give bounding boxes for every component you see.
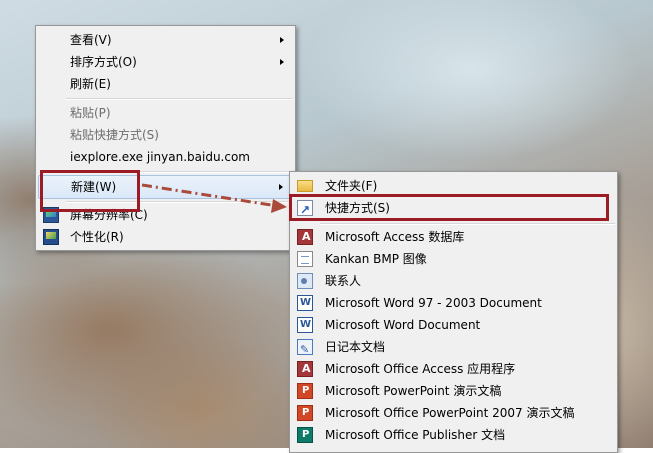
publisher-icon (297, 427, 313, 443)
menu-item-refresh[interactable]: 刷新(E) (38, 73, 293, 95)
menu-item-label: 查看(V) (70, 33, 112, 47)
submenu-item-access-database[interactable]: Microsoft Access 数据库 (292, 226, 615, 248)
menu-item-label: 粘贴(P) (70, 106, 111, 120)
menu-item-label: Microsoft Word Document (325, 318, 481, 332)
submenu-item-publisher[interactable]: Microsoft Office Publisher 文档 (292, 424, 615, 446)
submenu-item-word-document[interactable]: Microsoft Word Document (292, 314, 615, 336)
menu-item-label: 排序方式(O) (70, 55, 137, 69)
contact-icon (297, 273, 313, 289)
menu-separator (66, 98, 293, 100)
menu-item-label: 粘贴快捷方式(S) (70, 128, 159, 142)
menu-item-personalize[interactable]: 个性化(R) (38, 226, 293, 248)
menu-item-label: Microsoft Word 97 - 2003 Document (325, 296, 542, 310)
menu-item-label: Microsoft Access 数据库 (325, 230, 465, 244)
menu-item-label: iexplore.exe jinyan.baidu.com (70, 150, 250, 164)
access-app-icon (297, 361, 313, 377)
menu-item-label: Microsoft Office Publisher 文档 (325, 428, 506, 442)
submenu-item-bmp-image[interactable]: Kankan BMP 图像 (292, 248, 615, 270)
menu-item-view[interactable]: 查看(V) (38, 29, 293, 51)
word-icon (297, 295, 313, 311)
folder-icon (297, 180, 313, 192)
access-icon (297, 229, 313, 245)
submenu-item-word-97-2003[interactable]: Microsoft Word 97 - 2003 Document (292, 292, 615, 314)
submenu-item-powerpoint[interactable]: Microsoft PowerPoint 演示文稿 (292, 380, 615, 402)
powerpoint-icon (297, 383, 313, 399)
menu-item-label: Kankan BMP 图像 (325, 252, 427, 266)
menu-item-iexplore[interactable]: iexplore.exe jinyan.baidu.com (38, 146, 293, 168)
menu-item-sort-by[interactable]: 排序方式(O) (38, 51, 293, 73)
submenu-item-journal[interactable]: 日记本文档 (292, 336, 615, 361)
word-icon (297, 317, 313, 333)
shortcut-item-highlight-box (289, 194, 609, 221)
bitmap-icon (297, 251, 313, 267)
journal-icon (297, 339, 313, 361)
submenu-arrow-icon (280, 37, 284, 43)
menu-separator (320, 223, 615, 225)
powerpoint-icon (297, 405, 313, 421)
menu-item-label: 日记本文档 (325, 340, 386, 354)
desktop-context-menu: 查看(V) 排序方式(O) 刷新(E) 粘贴(P) 粘贴快捷方式(S) iexp… (35, 25, 296, 251)
menu-item-paste[interactable]: 粘贴(P) (38, 102, 293, 124)
submenu-item-powerpoint-2007[interactable]: Microsoft Office PowerPoint 2007 演示文稿 (292, 402, 615, 424)
menu-item-paste-shortcut[interactable]: 粘贴快捷方式(S) (38, 124, 293, 146)
submenu-arrow-icon (279, 184, 283, 190)
menu-item-label: 刷新(E) (70, 77, 111, 91)
personalize-icon (43, 229, 59, 245)
menu-item-label: Microsoft Office PowerPoint 2007 演示文稿 (325, 406, 575, 420)
menu-item-label: 联系人 (325, 274, 362, 288)
menu-item-label: Microsoft Office Access 应用程序 (325, 362, 516, 376)
new-item-highlight-box (40, 170, 140, 212)
menu-item-label: 个性化(R) (70, 230, 124, 244)
submenu-item-contact[interactable]: 联系人 (292, 270, 615, 292)
submenu-arrow-icon (280, 59, 284, 65)
menu-item-label: Microsoft PowerPoint 演示文稿 (325, 384, 502, 398)
submenu-item-access-app[interactable]: Microsoft Office Access 应用程序 (292, 358, 615, 380)
